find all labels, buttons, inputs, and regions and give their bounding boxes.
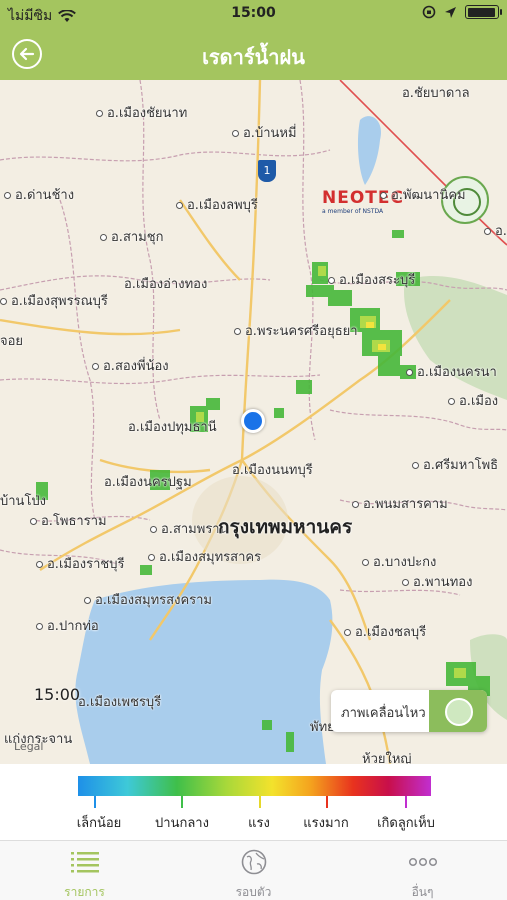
place-label: ห้วยใหญ่ [362, 752, 412, 764]
place-label: อ.สองพี่น้อง [92, 355, 169, 376]
place-label: อ.ชัยบาดาล [402, 86, 470, 101]
globe-icon [241, 849, 267, 875]
list-icon [71, 852, 99, 873]
place-label: อ.สามชุก [100, 226, 163, 247]
legal-link[interactable]: Legal [14, 740, 43, 753]
legend-tick [181, 796, 183, 808]
place-label: อ.ปากท่อ [36, 615, 99, 636]
tab-label: รอบตัว [235, 885, 272, 899]
place-label: อ.เมืองนนทบุรี [232, 463, 313, 478]
legend-label: เล็กน้อย [76, 816, 122, 831]
place-label: อ.เมืองสมุทรสาคร [148, 546, 261, 567]
tab-bar: รายการ รอบตัว อื่นๆ [0, 840, 507, 900]
tab-label: อื่นๆ [411, 885, 434, 899]
tab-nearby[interactable]: รอบตัว [169, 841, 338, 900]
legend-label: แรงมาก [303, 816, 349, 831]
place-label-bangkok: กรุงเทพมหานคร [218, 516, 353, 538]
place-label: อ.พระนครศรีอยุธยา [234, 320, 358, 341]
place-label: อ.ด่านช้าง [4, 184, 74, 205]
more-dots-icon [408, 857, 438, 867]
place-label: อ.เมืองชัยนาท [96, 102, 187, 123]
legend-color-bar [78, 776, 431, 796]
place-label: อ.พนมสารคาม [352, 493, 448, 514]
rotation-lock-icon [422, 5, 436, 19]
page-title: เรดาร์น้ำฝน [202, 45, 305, 69]
place-label: อ.บางปะกง [362, 551, 436, 572]
place-label: อ.เมือง [448, 390, 498, 411]
legend-tick [94, 796, 96, 808]
legend-tick [259, 796, 261, 808]
place-label: อ.เมืองชลบุรี [344, 621, 426, 642]
place-label: อ.เมืองนครปฐม [104, 475, 192, 490]
place-label: อ.เมืองนครนา [406, 361, 497, 382]
animation-button[interactable]: ภาพเคลื่อนไหว [331, 690, 487, 732]
place-label: อ.ศรีมหาโพธิ [412, 454, 498, 475]
battery-fill [467, 7, 496, 17]
legend-label: ปานกลาง [155, 816, 209, 831]
current-location-marker [241, 409, 265, 433]
place-label: อ.บ้านหมี่ [232, 122, 297, 143]
neotec-logo-subtext: a member of NSTDA [322, 208, 384, 215]
legend-label: เกิดลูกเห็บ [377, 816, 435, 831]
radar-map[interactable]: 1 NEOTEC a member of NSTDA อ.ชัยบาดาล อ.เ… [0, 80, 507, 764]
status-right [422, 5, 502, 19]
place-label: จอย [0, 334, 24, 349]
legend-tick [326, 796, 328, 808]
animation-thumbnail-icon [429, 690, 487, 732]
status-bar: ไม่มีซิม 15:00 [0, 0, 507, 28]
place-label: บ้านโป่ง [0, 494, 47, 509]
animation-button-label: ภาพเคลื่อนไหว [341, 706, 426, 721]
rain-intensity-legend: เล็กน้อย ปานกลาง แรง แรงมาก เกิดลูกเห็บ [0, 764, 507, 840]
tab-label: รายการ [64, 885, 105, 899]
place-label: อ.เมืองเพชรบุรี [78, 695, 162, 710]
tab-list[interactable]: รายการ [0, 841, 169, 900]
legend-label: แรง [248, 816, 270, 831]
place-label: อ.เมืองปทุมธานี [128, 420, 217, 435]
place-label: อ.เมืองสมุทรสงคราม [84, 589, 212, 610]
highway-shield: 1 [258, 160, 276, 182]
nav-bar: เรดาร์น้ำฝน [0, 28, 507, 80]
battery-icon [465, 5, 502, 19]
place-label: อ.สามพราน [150, 518, 228, 539]
place-label: อ.เมืองราชบุรี [36, 553, 124, 574]
place-label: อ.เมืองสุพรรณบุรี [0, 290, 108, 311]
place-label: อ.เมืองสระบุรี [328, 269, 415, 290]
radar-timestamp: 15:00 [34, 685, 81, 704]
place-label: อ.พานทอง [402, 571, 472, 592]
place-label: อ.เมืองอ่างทอง [124, 277, 208, 292]
place-label: อ.ปา [484, 220, 507, 241]
place-label: อ.โพธาราม [30, 510, 107, 531]
place-label: อ.เมืองลพบุรี [176, 194, 258, 215]
legend-tick [405, 796, 407, 808]
place-label: อ.พัฒนานิคม [380, 184, 466, 205]
location-arrow-icon [445, 6, 456, 18]
tab-more[interactable]: อื่นๆ [338, 841, 507, 900]
